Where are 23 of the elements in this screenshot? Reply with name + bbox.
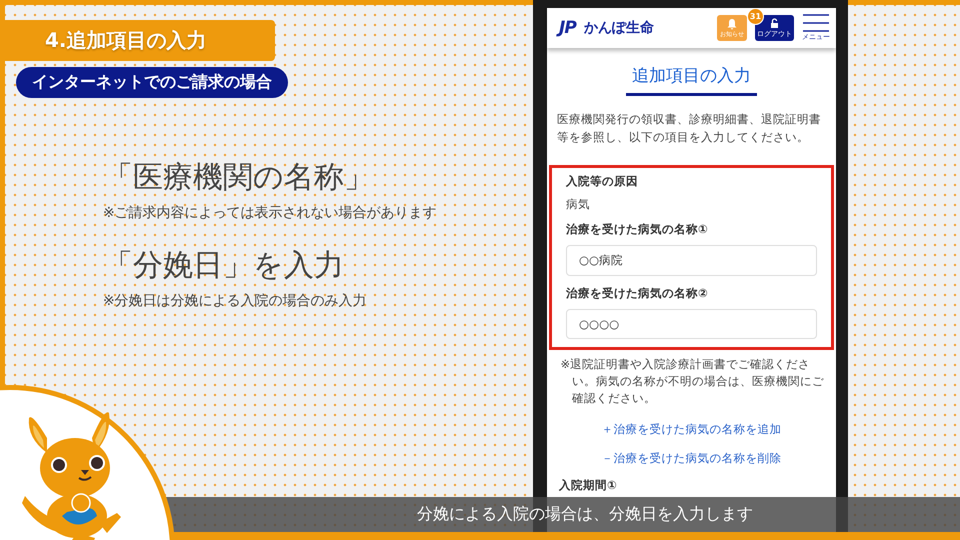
point-heading: 「医療機関の名称」 bbox=[103, 160, 375, 196]
notification-count: 31 bbox=[747, 8, 764, 25]
field-value: 病気 bbox=[566, 196, 591, 212]
subsection-badge: インターネットでのご請求の場合 bbox=[16, 67, 288, 98]
field-label: 入院等の原因 bbox=[566, 174, 639, 189]
unlocked-padlock-icon bbox=[769, 18, 780, 29]
input-field[interactable]: ○○○○ bbox=[566, 308, 817, 339]
point-note: ※分娩日は分娩による入院の場合のみ入力 bbox=[103, 292, 368, 310]
field-label: 入院期間① bbox=[558, 478, 618, 493]
text-link[interactable]: －治療を受けた病気の名称を削除 bbox=[602, 450, 782, 466]
intro-text: 医療機関発行の領収書、診療明細書、退院証明書等を参照し、以下の項目を入力してください。 bbox=[556, 111, 822, 146]
bell-icon bbox=[726, 19, 738, 30]
section-title-banner: 4.追加項目の入力 bbox=[5, 20, 275, 61]
field-label: 治療を受けた病気の名称② bbox=[566, 286, 709, 301]
input-field[interactable]: ○○病院 bbox=[566, 244, 817, 276]
point-heading: 「分娩日」を入力 bbox=[103, 248, 345, 284]
text-link[interactable]: ＋治療を受けた病気の名称を追加 bbox=[602, 422, 782, 437]
point-note: ※ご請求内容によっては表示されない場合があります bbox=[103, 204, 438, 222]
page-title: 追加項目の入力 bbox=[626, 64, 757, 96]
menu-icon bbox=[803, 14, 829, 32]
field-label: 治療を受けた病気の名称① bbox=[566, 222, 709, 237]
brand-name: かんぽ生命 bbox=[584, 19, 654, 37]
note-text: ※退院証明書や入院診療計画書でご確認ください。病気の名称が不明の場合は、医療機関にご確認ください。 bbox=[560, 356, 825, 408]
